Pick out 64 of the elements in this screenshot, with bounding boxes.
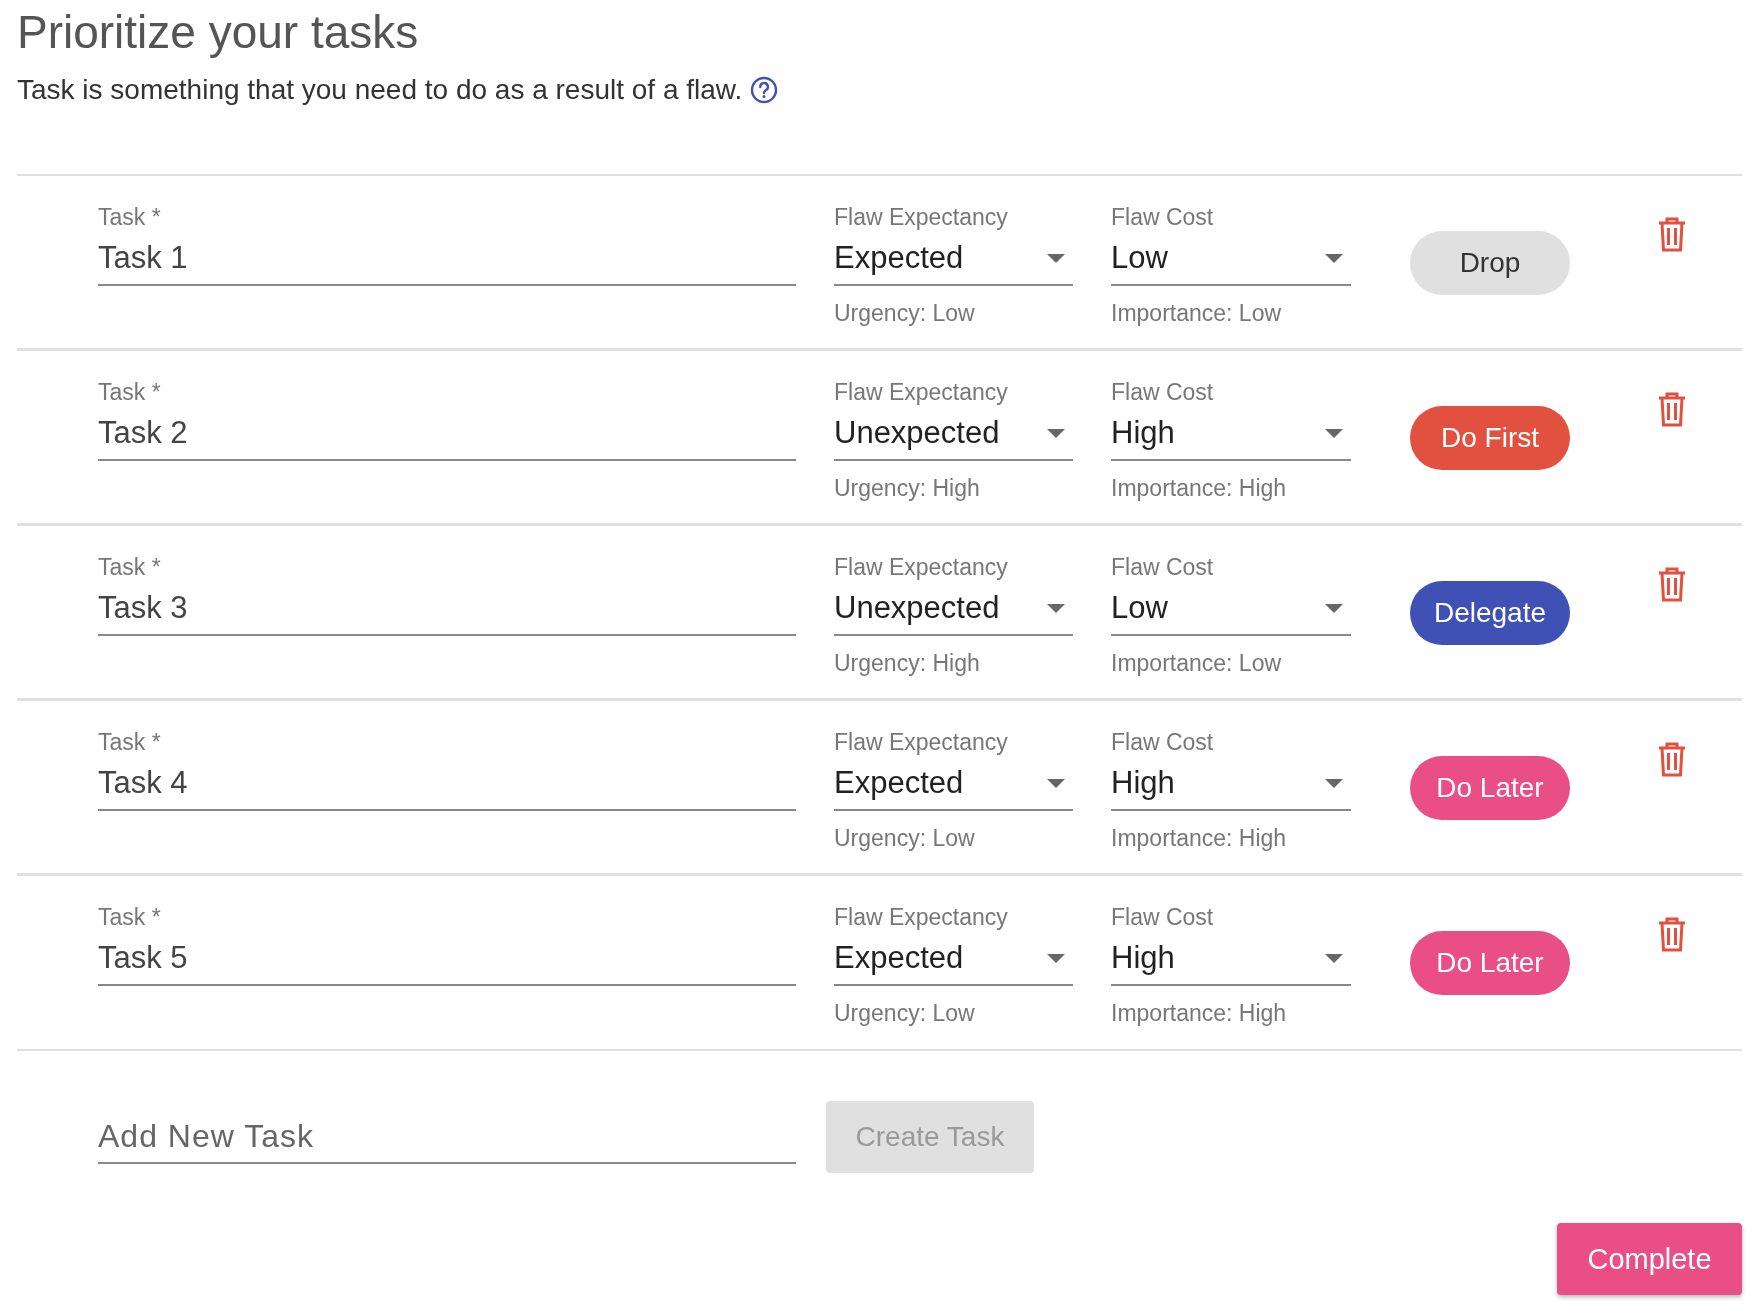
select-label: Flaw Expectancy (834, 203, 1009, 232)
select-label: Flaw Cost (1111, 203, 1215, 232)
dropdown-select[interactable]: Low (1111, 582, 1351, 636)
field-label: Task * (98, 728, 162, 757)
helper-text: Importance: High (1111, 1000, 1288, 1027)
task-input-field[interactable]: Task 4 (98, 757, 796, 811)
select-label: Flaw Cost (1111, 728, 1215, 757)
priority-button[interactable]: Drop (1410, 231, 1570, 295)
caret-icon (1325, 428, 1343, 438)
complete-button[interactable]: Complete (1557, 1223, 1742, 1295)
caret-icon (1047, 953, 1065, 963)
dropdown-select[interactable]: Expected (834, 232, 1073, 286)
trash-icon[interactable] (1657, 741, 1687, 777)
dropdown-select[interactable]: Low (1111, 232, 1351, 286)
caret-icon (1047, 603, 1065, 613)
field-label: Task * (98, 378, 162, 407)
caret-icon (1325, 778, 1343, 788)
trash-icon[interactable] (1657, 916, 1687, 952)
task-input-field[interactable]: Task 3 (98, 582, 796, 636)
select-label: Flaw Expectancy (834, 728, 1009, 757)
priority-button[interactable]: Do Later (1410, 756, 1570, 820)
helper-text: Importance: Low (1111, 650, 1283, 677)
helper-text: Urgency: Low (834, 300, 976, 327)
dropdown-select[interactable]: Expected (834, 757, 1073, 811)
trash-icon[interactable] (1657, 391, 1687, 427)
helper-text: Importance: High (1111, 475, 1288, 502)
helper-text: Urgency: High (834, 475, 981, 502)
dropdown-select[interactable]: Unexpected (834, 407, 1073, 461)
caret-icon (1047, 778, 1065, 788)
helper-text: Importance: High (1111, 825, 1288, 852)
priority-button[interactable]: Do Later (1410, 931, 1570, 995)
helper-text: Importance: Low (1111, 300, 1283, 327)
caret-icon (1325, 953, 1343, 963)
caret-icon (1047, 428, 1065, 438)
dropdown-select[interactable]: High (1111, 932, 1351, 986)
task-input-field[interactable]: Task 2 (98, 407, 796, 461)
dropdown-select[interactable]: High (1111, 757, 1351, 811)
priority-button[interactable]: Delegate (1410, 581, 1570, 645)
trash-icon[interactable] (1657, 566, 1687, 602)
select-label: Flaw Expectancy (834, 553, 1009, 582)
dropdown-select[interactable]: Expected (834, 932, 1073, 986)
page-subtitle: Task is something that you need to do as a result of a flaw. (17, 74, 743, 106)
helper-text: Urgency: Low (834, 1000, 976, 1027)
select-label: Flaw Expectancy (834, 903, 1009, 932)
task-input-field[interactable]: Task 1 (98, 232, 796, 286)
task-input-field[interactable]: Task 5 (98, 932, 796, 986)
caret-icon (1047, 253, 1065, 263)
select-label: Flaw Cost (1111, 378, 1215, 407)
helper-text: Urgency: Low (834, 825, 976, 852)
field-label: Task * (98, 553, 162, 582)
trash-icon[interactable] (1657, 216, 1687, 252)
dropdown-select[interactable]: Unexpected (834, 582, 1073, 636)
field-label: Task * (98, 903, 162, 932)
select-label: Flaw Expectancy (834, 378, 1009, 407)
select-label: Flaw Cost (1111, 553, 1215, 582)
dropdown-select[interactable]: High (1111, 407, 1351, 461)
page-title: Prioritize your tasks (17, 5, 420, 60)
helper-text: Urgency: High (834, 650, 981, 677)
caret-icon (1325, 603, 1343, 613)
priority-button[interactable]: Do First (1410, 406, 1570, 470)
help-icon[interactable] (750, 76, 779, 104)
caret-icon (1325, 253, 1343, 263)
field-label: Task * (98, 203, 162, 232)
select-label: Flaw Cost (1111, 903, 1215, 932)
